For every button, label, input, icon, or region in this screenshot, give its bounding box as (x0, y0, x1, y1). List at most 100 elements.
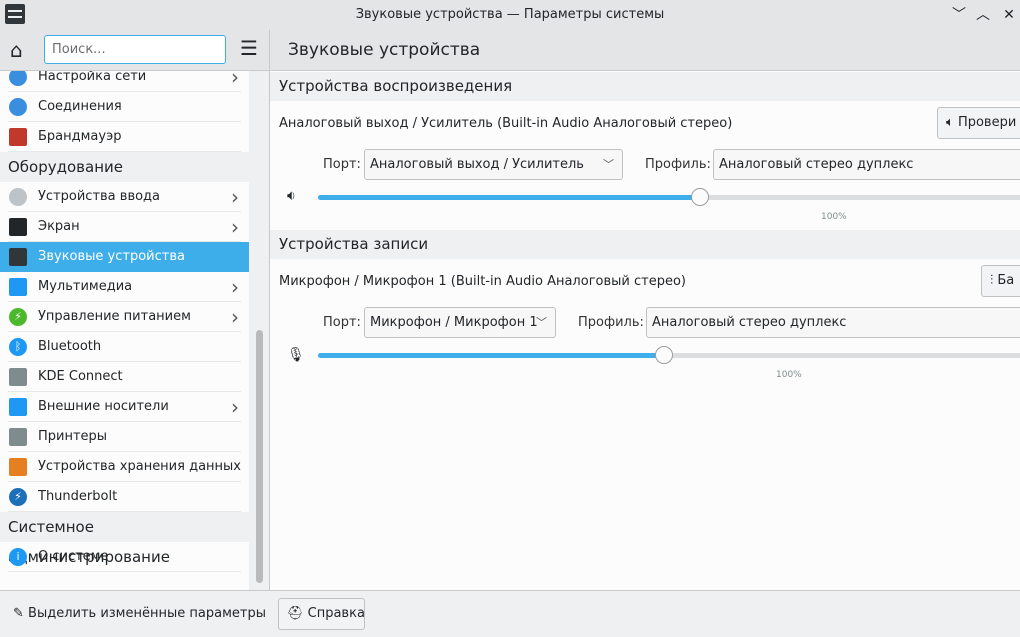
bluetooth-icon: ᛒ (9, 338, 27, 356)
chevron-right-icon: › (231, 305, 239, 329)
playback-volume-slider[interactable] (318, 188, 1020, 206)
chevron-right-icon: › (231, 395, 239, 419)
port-label: Порт: (323, 157, 361, 172)
slider-handle[interactable] (690, 188, 709, 206)
monitor-icon (9, 218, 27, 236)
sidebar-item[interactable]: Внешние носители › (0, 392, 249, 422)
sidebar-item[interactable]: ᛒ Bluetooth (0, 332, 249, 362)
pen-icon: ✎ (13, 606, 29, 621)
home-icon[interactable]: ⌂ (10, 38, 23, 62)
sidebar-item-label: О системе (38, 549, 109, 564)
printer-icon (9, 428, 27, 446)
sidebar-scrollbar[interactable] (249, 71, 269, 590)
menu-icon[interactable]: ☰ (240, 36, 258, 60)
sidebar-item-label: Управление питанием (38, 309, 191, 324)
sidebar-item[interactable]: Экран › (0, 212, 249, 242)
chevron-down-icon: ﹀ (536, 316, 547, 329)
usb-icon (9, 398, 27, 416)
sidebar-item-label: Bluetooth (38, 339, 102, 354)
playback-profile-select[interactable]: Аналоговый стерео дуплекс (713, 149, 1020, 180)
playback-port-select[interactable]: Аналоговый выход / Усилитель ﹀ (364, 149, 623, 180)
minimize-button[interactable]: ﹀ (946, 0, 972, 30)
chevron-down-icon: ﹀ (603, 158, 614, 171)
globe-icon (9, 71, 27, 86)
highlight-changes-label: Выделить изменённые параметры (28, 606, 266, 621)
phone-icon (9, 368, 27, 386)
sidebar-item[interactable]: Принтеры (0, 422, 249, 452)
chevron-right-icon: › (231, 185, 239, 209)
slider-handle[interactable] (654, 346, 673, 364)
sidebar-item[interactable]: KDE Connect (0, 362, 249, 392)
port-value: Аналоговый выход / Усилитель (370, 157, 584, 172)
sidebar-category: Оборудование (0, 152, 249, 182)
speaker-icon (9, 248, 27, 266)
audio-settings: Устройства воспроизведения Аналоговый вы… (270, 71, 1020, 590)
chevron-right-icon: › (231, 215, 239, 239)
mouse-icon (9, 188, 27, 206)
divider (8, 571, 241, 572)
recording-profile-select[interactable]: Аналоговый стерео дуплекс (646, 307, 1020, 338)
power-icon: ⚡ (9, 308, 27, 326)
sidebar: Настройка сети › Соединения Брандмауэр Обору… (0, 71, 249, 590)
port-label: Порт: (323, 315, 361, 330)
chevron-right-icon: › (231, 275, 239, 299)
playback-device-name: Аналоговый выход / Усилитель (Built-in A… (279, 116, 733, 131)
recording-device-name: Микрофон / Микрофон 1 (Built-in Audio Ан… (279, 274, 686, 289)
sidebar-item-label: Соединения (38, 99, 122, 114)
sidebar-item-label: Устройства ввода (38, 189, 161, 204)
configure-button-label: Ба (997, 273, 1015, 288)
search-input[interactable]: Поиск... (44, 35, 226, 64)
port-value: Микрофон / Микрофон 1 (370, 315, 538, 330)
profile-value: Аналоговый стерео дуплекс (719, 157, 914, 172)
sidebar-item-label: Экран (38, 219, 80, 234)
help-button[interactable]: ⛑︎ Справка (278, 598, 365, 630)
header-toolbar: ⌂ Поиск... ☰ (0, 30, 1020, 71)
app-icon (5, 4, 25, 24)
sidebar-item[interactable]: ⚡ Thunderbolt (0, 482, 249, 512)
test-button[interactable]: 🔈︎ Провери (937, 107, 1020, 139)
playback-heading: Устройства воспроизведения (270, 72, 1020, 101)
recording-heading: Устройства записи (270, 230, 1020, 259)
sidebar-item[interactable]: Соединения (0, 92, 249, 122)
help-label: Справка (307, 606, 365, 621)
highlight-changes-button[interactable]: ✎ Выделить изменённые параметры (4, 598, 266, 630)
sidebar-item[interactable]: i О системе (0, 542, 249, 572)
recording-port-select[interactable]: Микрофон / Микрофон 1 ﹀ (364, 307, 556, 338)
sidebar-item[interactable]: ⚡ Управление питанием › (0, 302, 249, 332)
sidebar-item[interactable]: Настройка сети › (0, 71, 249, 92)
maximize-button[interactable]: ︿ (970, 0, 996, 30)
globe-icon (9, 98, 27, 116)
close-button[interactable]: ✕ (996, 0, 1020, 30)
profile-label: Профиль: (645, 157, 711, 172)
sidebar-item[interactable]: Устройства хранения данных (0, 452, 249, 482)
sidebar-item[interactable]: Брандмауэр (0, 122, 249, 152)
microphone-icon: 🎙︎ (287, 347, 305, 363)
scrollbar-thumb[interactable] (256, 330, 263, 583)
sidebar-item[interactable]: Устройства ввода › (0, 182, 249, 212)
slider-fill (318, 195, 700, 200)
thunderbolt-icon: ⚡ (9, 488, 27, 506)
multimedia-icon (9, 278, 27, 296)
configure-button[interactable]: ⫶ Ба (981, 265, 1020, 297)
sidebar-item-label: Звуковые устройства (38, 249, 185, 264)
recording-volume-slider[interactable] (318, 346, 1020, 364)
speaker-icon: 🔈︎ (946, 115, 958, 130)
profile-value: Аналоговый стерео дуплекс (652, 315, 847, 330)
volume-icon: 🔉︎ (287, 188, 296, 204)
help-icon: ⛑︎ (287, 606, 308, 621)
sidebar-category: Системное администрирование (0, 512, 249, 566)
sidebar-item[interactable]: Звуковые устройства (0, 242, 249, 272)
sidebar-item[interactable]: Мультимедиа › (0, 272, 249, 302)
sidebar-item-label: Принтеры (38, 429, 108, 444)
window-title: Звуковые устройства — Параметры системы (355, 7, 665, 22)
sidebar-item-label: Брандмауэр (38, 129, 122, 144)
page-title: Звуковые устройства (288, 40, 481, 60)
profile-label: Профиль: (578, 315, 644, 330)
footer-bar: ✎ Выделить изменённые параметры ⛑︎ Справ… (0, 590, 1020, 637)
chevron-right-icon: › (231, 71, 239, 89)
firewall-icon (9, 128, 27, 146)
sidebar-item-label: Настройка сети (38, 71, 147, 84)
slider-fill (318, 353, 664, 358)
test-button-label: Провери (957, 115, 1017, 130)
storage-icon (9, 458, 27, 476)
